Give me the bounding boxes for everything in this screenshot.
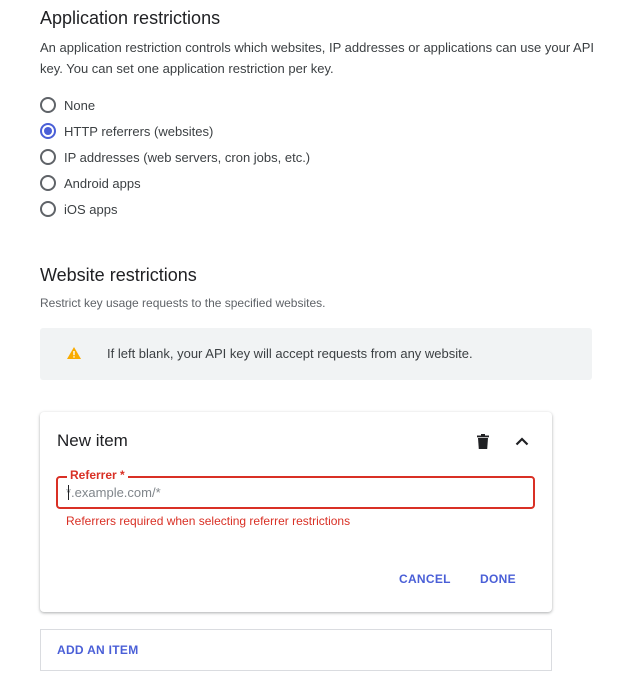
new-item-card: New item Referrer * Referrers required w… <box>40 412 552 612</box>
referrer-field-label: Referrer * <box>67 468 128 482</box>
text-cursor <box>68 485 69 500</box>
radio-label: Android apps <box>64 175 141 191</box>
cancel-button[interactable]: CANCEL <box>399 572 451 586</box>
referrer-input[interactable] <box>66 483 506 501</box>
warning-icon <box>67 347 81 359</box>
card-title: New item <box>57 431 128 450</box>
add-item-container: ADD AN ITEM <box>40 629 552 671</box>
app-restrictions-title: Application restrictions <box>40 8 221 28</box>
radio-option-ios-apps[interactable]: iOS apps <box>40 199 117 219</box>
radio-button-selected[interactable] <box>40 123 56 139</box>
chevron-up-icon[interactable] <box>515 436 529 446</box>
warning-text: If left blank, your API key will accept … <box>107 346 473 361</box>
referrer-error-message: Referrers required when selecting referr… <box>66 514 351 528</box>
radio-option-http-referrers[interactable]: HTTP referrers (websites) <box>40 121 213 141</box>
radio-button[interactable] <box>40 149 56 165</box>
radio-button[interactable] <box>40 201 56 217</box>
radio-label: IP addresses (web servers, cron jobs, et… <box>64 149 311 165</box>
done-button[interactable]: DONE <box>480 572 516 586</box>
trash-icon[interactable] <box>477 434 489 449</box>
website-restrictions-title: Website restrictions <box>40 265 197 285</box>
radio-option-android-apps[interactable]: Android apps <box>40 173 141 193</box>
radio-button[interactable] <box>40 175 56 191</box>
referrer-field[interactable]: Referrer * <box>56 468 535 509</box>
radio-option-none[interactable]: None <box>40 95 95 115</box>
app-restrictions-description: An application restriction controls whic… <box>40 40 594 76</box>
radio-label: iOS apps <box>64 201 118 217</box>
add-item-button[interactable]: ADD AN ITEM <box>57 643 139 657</box>
radio-button[interactable] <box>40 97 56 113</box>
radio-option-ip-addresses[interactable]: IP addresses (web servers, cron jobs, et… <box>40 147 310 167</box>
radio-label: HTTP referrers (websites) <box>64 123 214 139</box>
warning-banner: If left blank, your API key will accept … <box>40 328 592 380</box>
radio-label: None <box>64 97 96 113</box>
website-restrictions-description: Restrict key usage requests to the speci… <box>40 296 326 310</box>
